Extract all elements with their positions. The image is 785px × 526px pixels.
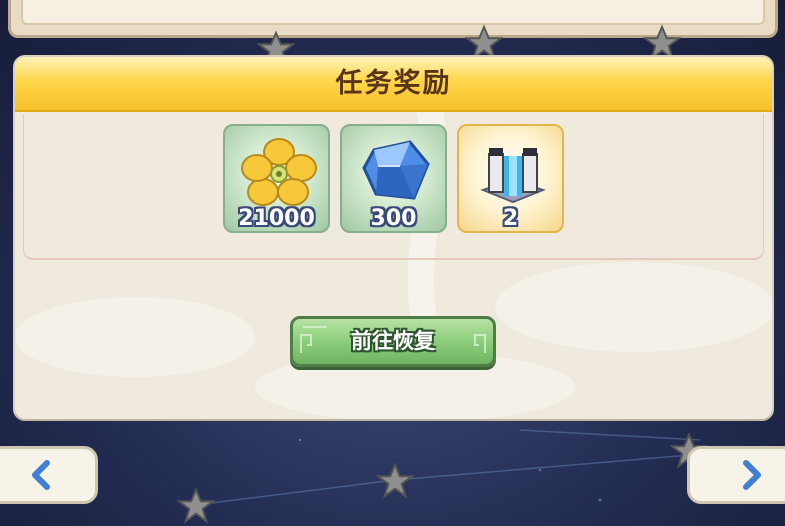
star-icon — [376, 462, 414, 499]
reward-quantity: 300 — [370, 206, 417, 231]
reward-quantity: 2 — [502, 206, 519, 231]
reward-item-gate[interactable]: 2 — [457, 124, 564, 233]
reward-item-crystal[interactable]: 300 — [340, 124, 447, 233]
star-icon — [177, 487, 215, 524]
chevron-right-icon — [743, 460, 761, 490]
reward-quantity: 21000 — [238, 206, 315, 231]
panel-title: 任务奖励 — [335, 68, 452, 99]
stone-gate-icon — [480, 148, 546, 204]
go-restore-label: 前往恢复 — [351, 329, 435, 353]
gold-flower-icon — [241, 138, 317, 206]
blue-crystal-icon — [362, 140, 430, 200]
next-button[interactable] — [687, 446, 785, 504]
previous-button[interactable] — [0, 446, 98, 504]
panel-header: 任务奖励 — [15, 57, 772, 112]
chevron-left-icon — [32, 460, 50, 490]
reward-panel: 任务奖励 21000 300 2 前往恢复 — [15, 57, 772, 419]
top-frame-inner — [21, 0, 765, 25]
go-restore-button[interactable]: 前往恢复 — [290, 316, 496, 367]
reward-item-flower[interactable]: 21000 — [223, 124, 330, 233]
